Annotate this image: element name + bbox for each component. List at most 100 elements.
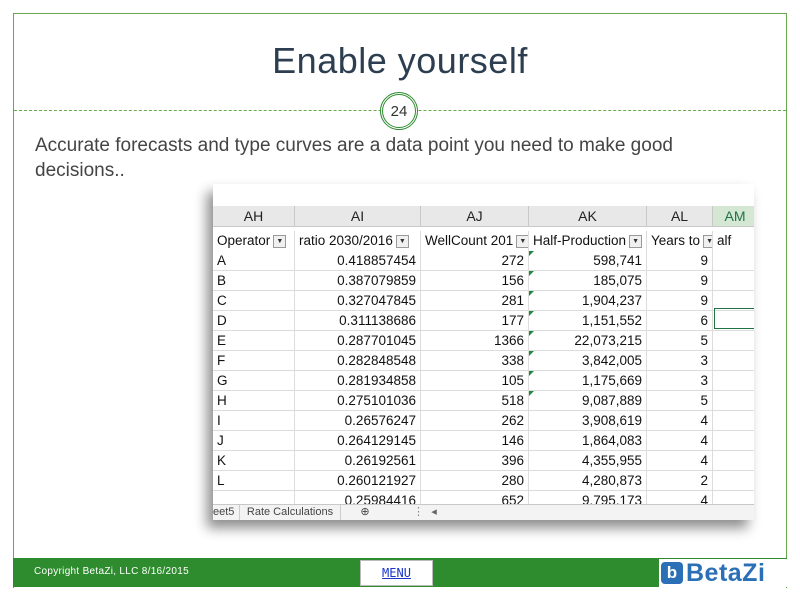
cell-wellcount[interactable]: 518 xyxy=(421,391,529,411)
cell-wellcount[interactable]: 1366 xyxy=(421,331,529,351)
cell-years[interactable]: 4 xyxy=(647,431,713,451)
filter-dropdown-icon[interactable]: ▼ xyxy=(516,234,528,248)
cell-years[interactable]: 3 xyxy=(647,351,713,371)
column-header-ai[interactable]: AI xyxy=(295,206,421,226)
cell-operator[interactable]: A xyxy=(213,251,295,271)
header-cell-years[interactable]: Years to ▼ xyxy=(647,231,713,251)
cell-operator[interactable]: E xyxy=(213,331,295,351)
cell-value: 598,741 xyxy=(593,253,642,268)
number-as-text-indicator xyxy=(529,351,534,356)
cell-years[interactable]: 9 xyxy=(647,271,713,291)
header-cell-half-production[interactable]: Half-Production ▼ xyxy=(529,231,647,251)
cell-half-production[interactable]: 1,175,669 xyxy=(529,371,647,391)
cell-years[interactable]: 3 xyxy=(647,371,713,391)
cell-years[interactable]: 5 xyxy=(647,391,713,411)
filter-dropdown-icon[interactable]: ▼ xyxy=(395,234,409,248)
cell-operator[interactable]: I xyxy=(213,411,295,431)
cell-ratio[interactable]: 0.418857454 xyxy=(295,251,421,271)
cell-operator[interactable]: B xyxy=(213,271,295,291)
cell-ratio[interactable]: 0.327047845 xyxy=(295,291,421,311)
cell-am[interactable] xyxy=(713,431,754,451)
cell-operator[interactable]: J xyxy=(213,431,295,451)
cell-ratio[interactable]: 0.387079859 xyxy=(295,271,421,291)
column-header-ah[interactable]: AH xyxy=(213,206,295,226)
table-row: F 0.282848548 338 3,842,005 3 xyxy=(213,351,754,371)
scroll-left-icon[interactable]: ◂ xyxy=(428,505,440,520)
filter-dropdown-icon[interactable]: ▼ xyxy=(273,234,287,248)
cell-wellcount[interactable]: 262 xyxy=(421,411,529,431)
cell-half-production[interactable]: 185,075 xyxy=(529,271,647,291)
cell-am[interactable] xyxy=(713,451,754,471)
cell-years[interactable]: 5 xyxy=(647,331,713,351)
cell-half-production[interactable]: 3,908,619 xyxy=(529,411,647,431)
cell-am[interactable] xyxy=(713,391,754,411)
cell-half-production[interactable]: 4,280,873 xyxy=(529,471,647,491)
cell-wellcount[interactable]: 105 xyxy=(421,371,529,391)
header-cell-ratio[interactable]: ratio 2030/2016 ▼ xyxy=(295,231,421,251)
cell-am[interactable] xyxy=(713,351,754,371)
filter-dropdown-icon[interactable]: ▼ xyxy=(703,234,712,248)
cell-half-production[interactable]: 1,864,083 xyxy=(529,431,647,451)
header-cell-am[interactable]: alf xyxy=(713,231,754,251)
cell-half-production[interactable]: 1,904,237 xyxy=(529,291,647,311)
cell-wellcount[interactable]: 156 xyxy=(421,271,529,291)
cell-ratio[interactable]: 0.311138686 xyxy=(295,311,421,331)
cell-ratio[interactable]: 0.281934858 xyxy=(295,371,421,391)
cell-operator[interactable]: K xyxy=(213,451,295,471)
cell-ratio[interactable]: 0.260121927 xyxy=(295,471,421,491)
cell-am[interactable] xyxy=(713,271,754,291)
filter-dropdown-icon[interactable]: ▼ xyxy=(629,234,643,248)
number-as-text-indicator xyxy=(529,271,534,276)
sheet-tab-rate-calculations[interactable]: Rate Calculations xyxy=(239,505,341,520)
cell-half-production[interactable]: 1,151,552 xyxy=(529,311,647,331)
cell-ratio[interactable]: 0.275101036 xyxy=(295,391,421,411)
cell-half-production[interactable]: 9,087,889 xyxy=(529,391,647,411)
cell-am[interactable] xyxy=(713,371,754,391)
number-as-text-indicator xyxy=(529,391,534,396)
column-header-am[interactable]: AM xyxy=(713,206,754,226)
cell-am[interactable] xyxy=(713,251,754,271)
cell-half-production[interactable]: 22,073,215 xyxy=(529,331,647,351)
menu-button[interactable]: MENU xyxy=(360,560,433,586)
cell-ratio[interactable]: 0.26576247 xyxy=(295,411,421,431)
cell-am[interactable] xyxy=(713,331,754,351)
sheet-tab-sheet5[interactable]: eet5 xyxy=(213,505,239,520)
cell-operator[interactable]: F xyxy=(213,351,295,371)
cell-operator[interactable]: C xyxy=(213,291,295,311)
cell-am[interactable] xyxy=(713,471,754,491)
cell-years[interactable]: 4 xyxy=(647,411,713,431)
column-header-ak[interactable]: AK xyxy=(529,206,647,226)
cell-wellcount[interactable]: 338 xyxy=(421,351,529,371)
cell-years[interactable]: 4 xyxy=(647,451,713,471)
cell-operator[interactable]: L xyxy=(213,471,295,491)
cell-operator[interactable]: D xyxy=(213,311,295,331)
cell-wellcount[interactable]: 177 xyxy=(421,311,529,331)
cell-wellcount[interactable]: 281 xyxy=(421,291,529,311)
cell-half-production[interactable]: 3,842,005 xyxy=(529,351,647,371)
cell-wellcount[interactable]: 146 xyxy=(421,431,529,451)
column-header-al[interactable]: AL xyxy=(647,206,713,226)
cell-years[interactable]: 9 xyxy=(647,291,713,311)
cell-operator[interactable]: G xyxy=(213,371,295,391)
splitter-handle-icon[interactable]: ⋮ xyxy=(413,505,424,520)
cell-ratio[interactable]: 0.287701045 xyxy=(295,331,421,351)
cell-years[interactable]: 9 xyxy=(647,251,713,271)
header-cell-operator[interactable]: Operator ▼ xyxy=(213,231,295,251)
cell-half-production[interactable]: 4,355,955 xyxy=(529,451,647,471)
cell-years[interactable]: 6 xyxy=(647,311,713,331)
cell-am[interactable] xyxy=(713,411,754,431)
cell-wellcount[interactable]: 396 xyxy=(421,451,529,471)
header-cell-wellcount[interactable]: WellCount 201 ▼ xyxy=(421,231,529,251)
cell-operator[interactable]: H xyxy=(213,391,295,411)
cell-half-production[interactable]: 598,741 xyxy=(529,251,647,271)
cell-wellcount[interactable]: 280 xyxy=(421,471,529,491)
cell-years[interactable]: 2 xyxy=(647,471,713,491)
add-sheet-icon[interactable]: ⊕ xyxy=(357,505,373,520)
logo-mark-icon: b xyxy=(661,562,683,584)
number-as-text-indicator xyxy=(529,311,534,316)
cell-ratio[interactable]: 0.26192561 xyxy=(295,451,421,471)
cell-ratio[interactable]: 0.282848548 xyxy=(295,351,421,371)
cell-ratio[interactable]: 0.264129145 xyxy=(295,431,421,451)
column-header-aj[interactable]: AJ xyxy=(421,206,529,226)
cell-wellcount[interactable]: 272 xyxy=(421,251,529,271)
